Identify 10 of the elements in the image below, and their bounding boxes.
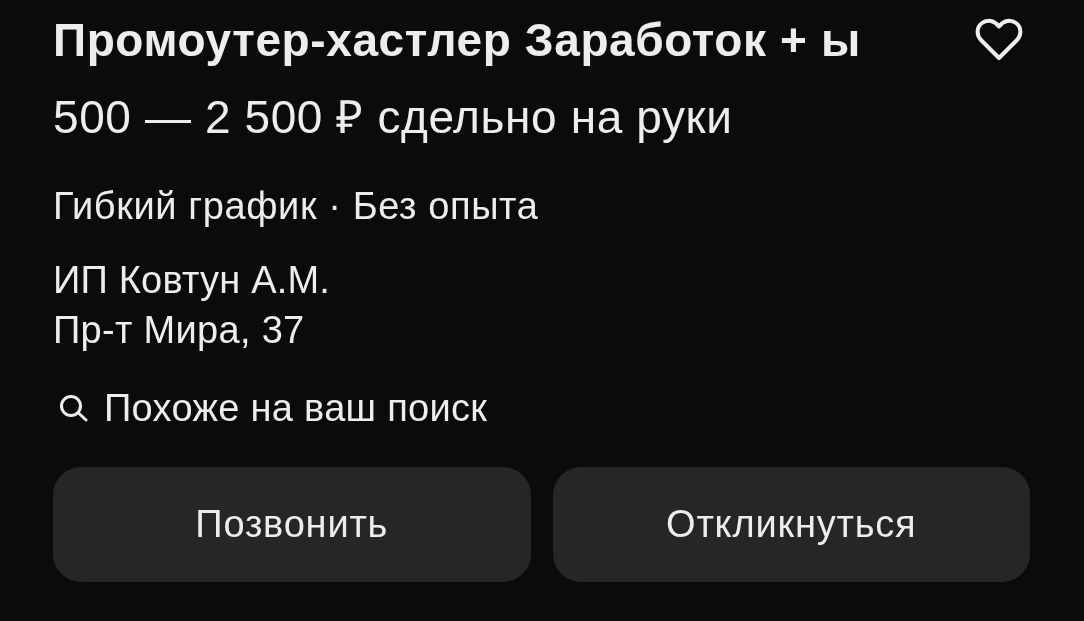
employer-name: ИП Ковтун А.М. <box>53 258 332 303</box>
heart-icon[interactable] <box>975 18 1023 62</box>
call-button[interactable]: Позвонить <box>53 467 531 582</box>
conditions-text: Гибкий график · Без опыта <box>53 184 540 229</box>
search-icon <box>59 394 89 422</box>
address-text: Пр-т Мира, 37 <box>53 308 306 353</box>
vacancy-title: Промоутер-хастлер Заработок + ы <box>53 14 861 66</box>
apply-button[interactable]: Откликнуться <box>552 467 1030 582</box>
salary-text: 500 — 2 500 ₽ сдельно на руки <box>53 92 734 142</box>
match-note: Похоже на ваш поиск <box>104 386 488 431</box>
